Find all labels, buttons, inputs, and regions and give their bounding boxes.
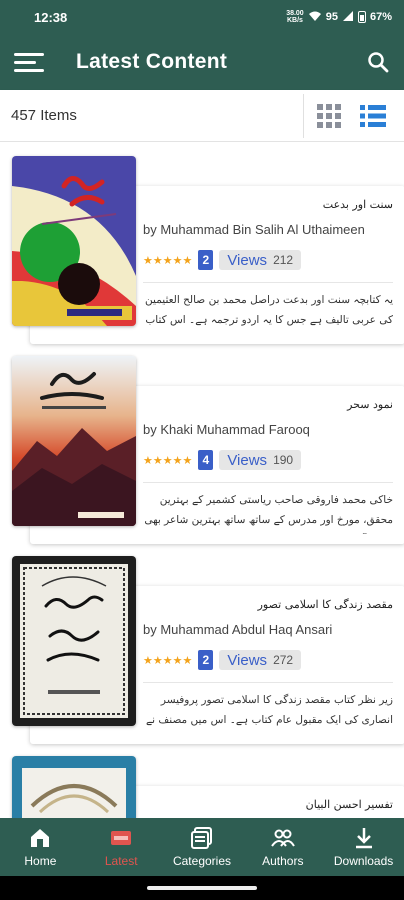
rating-stars: ★★★★★	[143, 653, 193, 667]
menu-icon[interactable]	[14, 52, 44, 72]
item-count: 457 Items	[11, 107, 77, 124]
rating-stars: ★★★★★	[143, 453, 193, 467]
signal-strength: 95	[325, 11, 338, 23]
book-description: خاکی محمد فاروقی صاحب ریاستی کشمیر کے بہ…	[144, 494, 393, 526]
views-count: 272	[273, 653, 294, 667]
rating-row: ★★★★★ 4 Views 190	[143, 450, 302, 470]
views-badge: Views 212	[219, 250, 302, 270]
nav-label: Downloads	[333, 854, 394, 868]
rating-count-badge: 2	[198, 650, 214, 670]
rating-count-badge: 4	[198, 450, 214, 470]
list-view-icon[interactable]	[360, 103, 386, 129]
download-icon	[355, 828, 372, 849]
home-indicator[interactable]	[147, 886, 257, 890]
views-label: Views	[227, 651, 268, 669]
nav-label: Authors	[262, 854, 304, 868]
book-cover[interactable]	[12, 356, 136, 526]
book-cover-art	[12, 156, 136, 326]
book-description: یہ کتابچہ سنت اور بدعت دراصل محمد بن صال…	[145, 294, 393, 326]
book-card[interactable]: مقصد زندگی کا اسلامی تصور by Muhammad Ab…	[12, 556, 404, 744]
status-time: 12:38	[34, 9, 68, 25]
rating-row: ★★★★★ 2 Views 272	[143, 650, 302, 670]
authors-icon	[270, 829, 295, 847]
book-card[interactable]: سنت اور بدعت by Muhammad Bin Salih Al Ut…	[12, 156, 404, 344]
book-title: سنت اور بدعت	[322, 198, 393, 211]
book-author: by Muhammad Bin Salih Al Uthaimeen	[143, 222, 365, 237]
page-title: Latest Content	[76, 50, 228, 73]
nav-label: Latest	[104, 854, 138, 868]
toolbar-divider	[303, 93, 304, 138]
grid-view-icon[interactable]	[316, 103, 342, 129]
book-author: by Khaki Muhammad Farooq	[143, 422, 310, 437]
views-label: Views	[227, 451, 268, 469]
book-cover-art	[12, 756, 136, 818]
book-title: تفسیر احسن البیان	[305, 798, 393, 811]
rating-row: ★★★★★ 2 Views 212	[143, 250, 302, 270]
views-label: Views	[227, 251, 268, 269]
latest-icon	[111, 831, 132, 845]
book-author: by Muhammad Abdul Haq Ansari	[143, 622, 333, 637]
data-rate: 38.00 KB/s	[286, 10, 304, 24]
book-card[interactable]: تفسیر احسن البیان	[12, 756, 404, 818]
book-card[interactable]: نمود سحر by Khaki Muhammad Farooq ★★★★★ …	[12, 356, 404, 544]
book-cover[interactable]	[12, 756, 136, 818]
book-cover[interactable]	[12, 556, 136, 726]
card-divider	[143, 282, 393, 283]
nav-latest[interactable]: Latest	[81, 818, 162, 876]
wifi-icon	[308, 10, 322, 25]
app-bar: Latest Content	[0, 34, 404, 90]
card-divider	[143, 682, 393, 683]
card-divider	[143, 482, 393, 483]
content-list[interactable]: سنت اور بدعت by Muhammad Bin Salih Al Ut…	[0, 142, 404, 818]
book-cover-art	[12, 356, 136, 526]
list-toolbar: 457 Items	[0, 90, 404, 142]
views-badge: Views 272	[219, 650, 302, 670]
book-cover[interactable]	[12, 156, 136, 326]
views-count: 212	[273, 253, 294, 267]
categories-icon	[190, 827, 212, 849]
rating-count-badge: 2	[198, 250, 214, 270]
nav-authors[interactable]: Authors	[242, 818, 323, 876]
book-title: نمود سحر	[347, 398, 393, 411]
nav-downloads[interactable]: Downloads	[323, 818, 404, 876]
search-icon[interactable]	[366, 50, 390, 74]
views-count: 190	[273, 453, 294, 467]
nav-label: Categories	[172, 854, 231, 868]
battery-icon	[357, 11, 366, 23]
book-description: زیر نظر کتاب مقصد زندگی کا اسلامی تصور پ…	[146, 694, 393, 726]
bottom-navigation: Home Latest Categories Authors Downloads	[0, 818, 404, 876]
status-icons: 38.00 KB/s 95 67%	[286, 10, 392, 25]
battery-level: 67%	[369, 11, 392, 23]
views-badge: Views 190	[219, 450, 302, 470]
book-title: مقصد زندگی کا اسلامی تصور	[257, 598, 393, 611]
cell-signal-icon	[342, 10, 354, 25]
nav-home[interactable]: Home	[0, 818, 81, 876]
book-cover-art	[12, 556, 136, 726]
gesture-bar	[0, 876, 404, 900]
nav-categories[interactable]: Categories	[162, 818, 243, 876]
home-icon	[31, 829, 50, 847]
rating-stars: ★★★★★	[143, 253, 193, 267]
nav-label: Home	[24, 854, 57, 868]
status-bar: 12:38 38.00 KB/s 95 67%	[0, 0, 404, 34]
